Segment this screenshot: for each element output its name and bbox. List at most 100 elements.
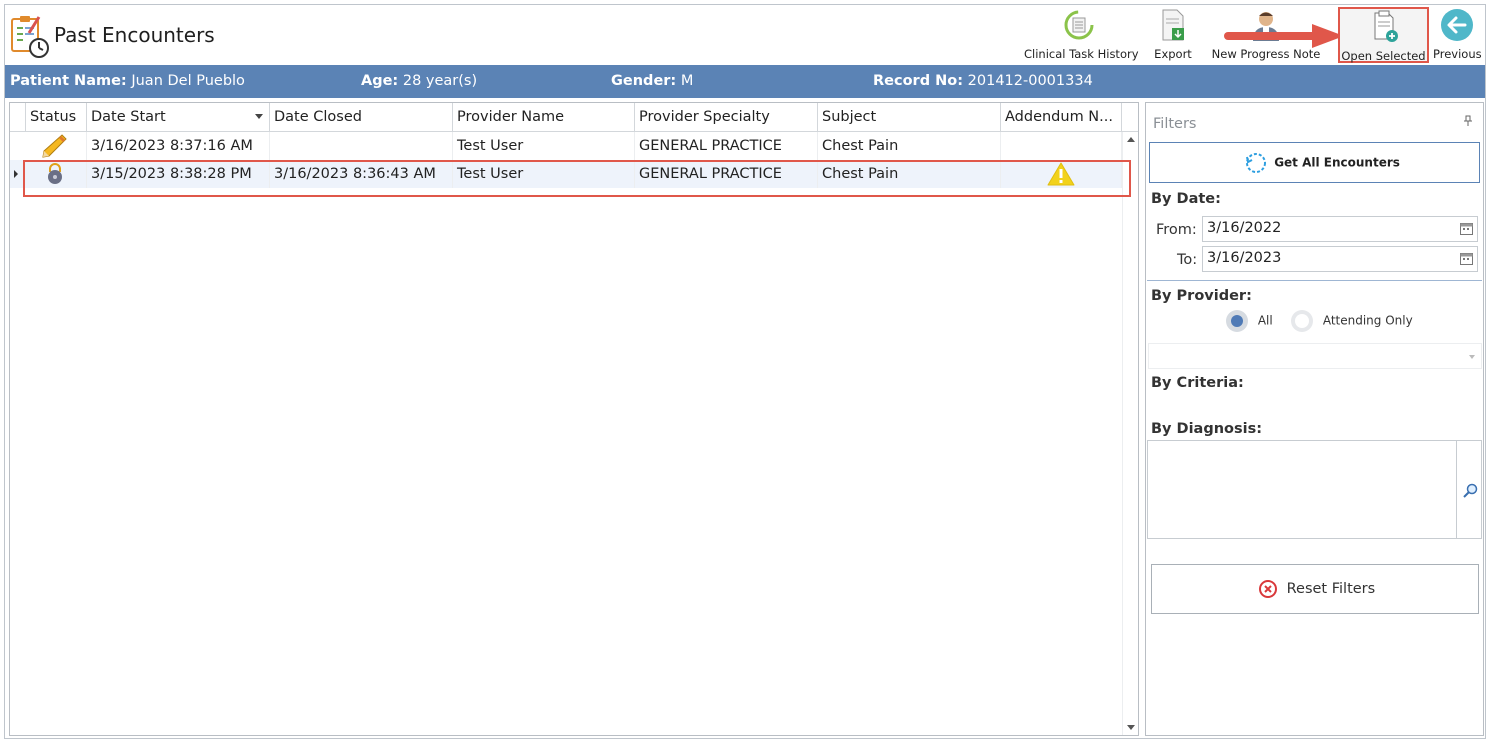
from-date-value: 3/16/2022 bbox=[1207, 220, 1282, 236]
get-all-encounters-label: Get All Encounters bbox=[1274, 155, 1400, 170]
reset-filters-button[interactable]: Reset Filters bbox=[1151, 564, 1479, 614]
scroll-down-icon[interactable] bbox=[1127, 725, 1135, 730]
column-header-date-start[interactable]: Date Start bbox=[87, 103, 270, 131]
patient-record: Record No: 201412-0001334 bbox=[873, 73, 1093, 89]
provider-all-label: All bbox=[1257, 313, 1273, 328]
app-window: Past Encounters Clinical Task History Ex… bbox=[4, 4, 1486, 739]
filters-title: Filters bbox=[1153, 116, 1197, 132]
search-icon bbox=[1463, 483, 1478, 498]
open-selected-label: Open Selected bbox=[1341, 49, 1426, 63]
column-header-provider-specialty[interactable]: Provider Specialty bbox=[635, 103, 818, 131]
patient-age-value: 28 year(s) bbox=[402, 73, 478, 89]
diagnosis-search-button[interactable] bbox=[1457, 440, 1482, 539]
pencil-icon bbox=[42, 134, 67, 158]
provider-select[interactable] bbox=[1148, 343, 1482, 369]
by-provider-label: By Provider: bbox=[1151, 288, 1252, 304]
grid-header: Status Date Start Date Closed Provider N… bbox=[10, 103, 1138, 132]
patient-gender-value: M bbox=[680, 73, 694, 89]
get-all-encounters-content: Get All Encounters bbox=[1244, 151, 1400, 175]
warning-icon bbox=[1047, 162, 1075, 186]
section-divider bbox=[1147, 280, 1482, 281]
new-progress-note-label: New Progress Note bbox=[1211, 47, 1321, 61]
scroll-up-icon[interactable] bbox=[1127, 137, 1135, 142]
diagnosis-input[interactable] bbox=[1147, 440, 1457, 539]
sort-descending-icon[interactable] bbox=[255, 114, 263, 119]
column-header-provider-name[interactable]: Provider Name bbox=[453, 103, 635, 131]
to-date-value: 3/16/2023 bbox=[1207, 250, 1282, 266]
open-selected-icon bbox=[1374, 10, 1398, 42]
patient-record-label: Record No: bbox=[873, 73, 964, 89]
subject-cell: Chest Pain bbox=[818, 132, 1001, 160]
column-header-date-closed[interactable]: Date Closed bbox=[270, 103, 453, 131]
from-label: From: bbox=[1156, 222, 1197, 238]
export-icon bbox=[1162, 9, 1184, 41]
reset-filters-label: Reset Filters bbox=[1286, 581, 1376, 597]
radio-unselected-icon bbox=[1291, 310, 1313, 332]
chevron-down-icon[interactable] bbox=[1469, 355, 1475, 359]
patient-gender-label: Gender: bbox=[611, 73, 677, 89]
calendar-icon[interactable] bbox=[1460, 252, 1473, 265]
patient-age: Age: 28 year(s) bbox=[361, 73, 477, 89]
pin-icon[interactable] bbox=[1463, 115, 1473, 127]
filters-panel: Filters Get All Encounters By Date: From… bbox=[1145, 102, 1484, 736]
patient-gender: Gender: M bbox=[611, 73, 693, 89]
past-encounters-logo-icon bbox=[11, 16, 49, 58]
radio-selected-icon bbox=[1226, 310, 1248, 332]
app-header: Past Encounters Clinical Task History Ex… bbox=[5, 5, 1485, 65]
column-header-status[interactable]: Status bbox=[26, 103, 87, 131]
annotation-arrow-icon bbox=[1224, 24, 1344, 48]
open-selected-button[interactable]: Open Selected bbox=[1338, 7, 1429, 63]
date-closed-cell bbox=[270, 132, 453, 160]
date-closed-cell: 3/16/2023 8:36:43 AM bbox=[270, 160, 453, 188]
provider-name-cell: Test User bbox=[453, 160, 635, 188]
column-header-date-start-label: Date Start bbox=[91, 109, 166, 125]
calendar-icon[interactable] bbox=[1460, 222, 1473, 235]
page-title: Past Encounters bbox=[54, 23, 215, 47]
provider-attending-only-radio[interactable]: Attending Only bbox=[1291, 310, 1413, 332]
table-row[interactable]: 3/16/2023 8:37:16 AM Test User GENERAL P… bbox=[10, 132, 1122, 160]
patient-record-value: 201412-0001334 bbox=[967, 73, 1093, 89]
previous-button[interactable]: Previous bbox=[1433, 7, 1482, 63]
by-criteria-label: By Criteria: bbox=[1151, 375, 1244, 391]
to-date-field[interactable]: 3/16/2023 bbox=[1202, 246, 1478, 272]
get-all-encounters-button[interactable]: Get All Encounters bbox=[1149, 142, 1480, 183]
patient-name-label: Patient Name: bbox=[10, 73, 127, 89]
clinical-task-history-icon bbox=[1064, 10, 1094, 40]
to-label: To: bbox=[1177, 252, 1198, 268]
date-start-cell: 3/16/2023 8:37:16 AM bbox=[87, 132, 270, 160]
export-label: Export bbox=[1154, 47, 1192, 61]
patient-name-value: Juan Del Pueblo bbox=[131, 73, 245, 89]
previous-label: Previous bbox=[1433, 47, 1482, 61]
grid-vertical-scrollbar[interactable] bbox=[1122, 132, 1138, 735]
addendum-cell bbox=[1001, 132, 1122, 160]
table-row-selected[interactable]: 3/15/2023 8:38:28 PM 3/16/2023 8:36:43 A… bbox=[10, 160, 1122, 188]
clinical-task-history-button[interactable]: Clinical Task History bbox=[1024, 7, 1139, 63]
row-indicator-header bbox=[10, 103, 26, 131]
provider-specialty-cell: GENERAL PRACTICE bbox=[635, 160, 818, 188]
provider-attending-only-label: Attending Only bbox=[1322, 313, 1413, 328]
row-indicator-icon bbox=[14, 170, 18, 178]
column-header-subject[interactable]: Subject bbox=[818, 103, 1001, 131]
column-header-addendum[interactable]: Addendum N... bbox=[1001, 103, 1122, 131]
provider-specialty-cell: GENERAL PRACTICE bbox=[635, 132, 818, 160]
patient-info-bar: Patient Name: Juan Del Pueblo Age: 28 ye… bbox=[5, 65, 1485, 98]
provider-all-radio[interactable]: All bbox=[1226, 310, 1273, 332]
refresh-icon bbox=[1246, 153, 1266, 173]
clinical-task-history-label: Clinical Task History bbox=[1024, 47, 1139, 61]
by-diagnosis-label: By Diagnosis: bbox=[1151, 421, 1263, 437]
lock-icon bbox=[48, 163, 62, 184]
by-date-label: By Date: bbox=[1151, 191, 1221, 207]
patient-name: Patient Name: Juan Del Pueblo bbox=[10, 73, 245, 89]
addendum-cell bbox=[1001, 160, 1122, 188]
encounters-grid: Status Date Start Date Closed Provider N… bbox=[9, 102, 1139, 736]
close-circle-icon bbox=[1259, 580, 1277, 598]
subject-cell: Chest Pain bbox=[818, 160, 1001, 188]
from-date-field[interactable]: 3/16/2022 bbox=[1202, 216, 1478, 242]
back-arrow-icon bbox=[1441, 9, 1473, 41]
export-button[interactable]: Export bbox=[1151, 7, 1195, 63]
patient-age-label: Age: bbox=[361, 73, 399, 89]
provider-name-cell: Test User bbox=[453, 132, 635, 160]
date-start-cell: 3/15/2023 8:38:28 PM bbox=[87, 160, 270, 188]
reset-filters-content: Reset Filters bbox=[1258, 579, 1375, 599]
status-cell bbox=[26, 132, 87, 160]
